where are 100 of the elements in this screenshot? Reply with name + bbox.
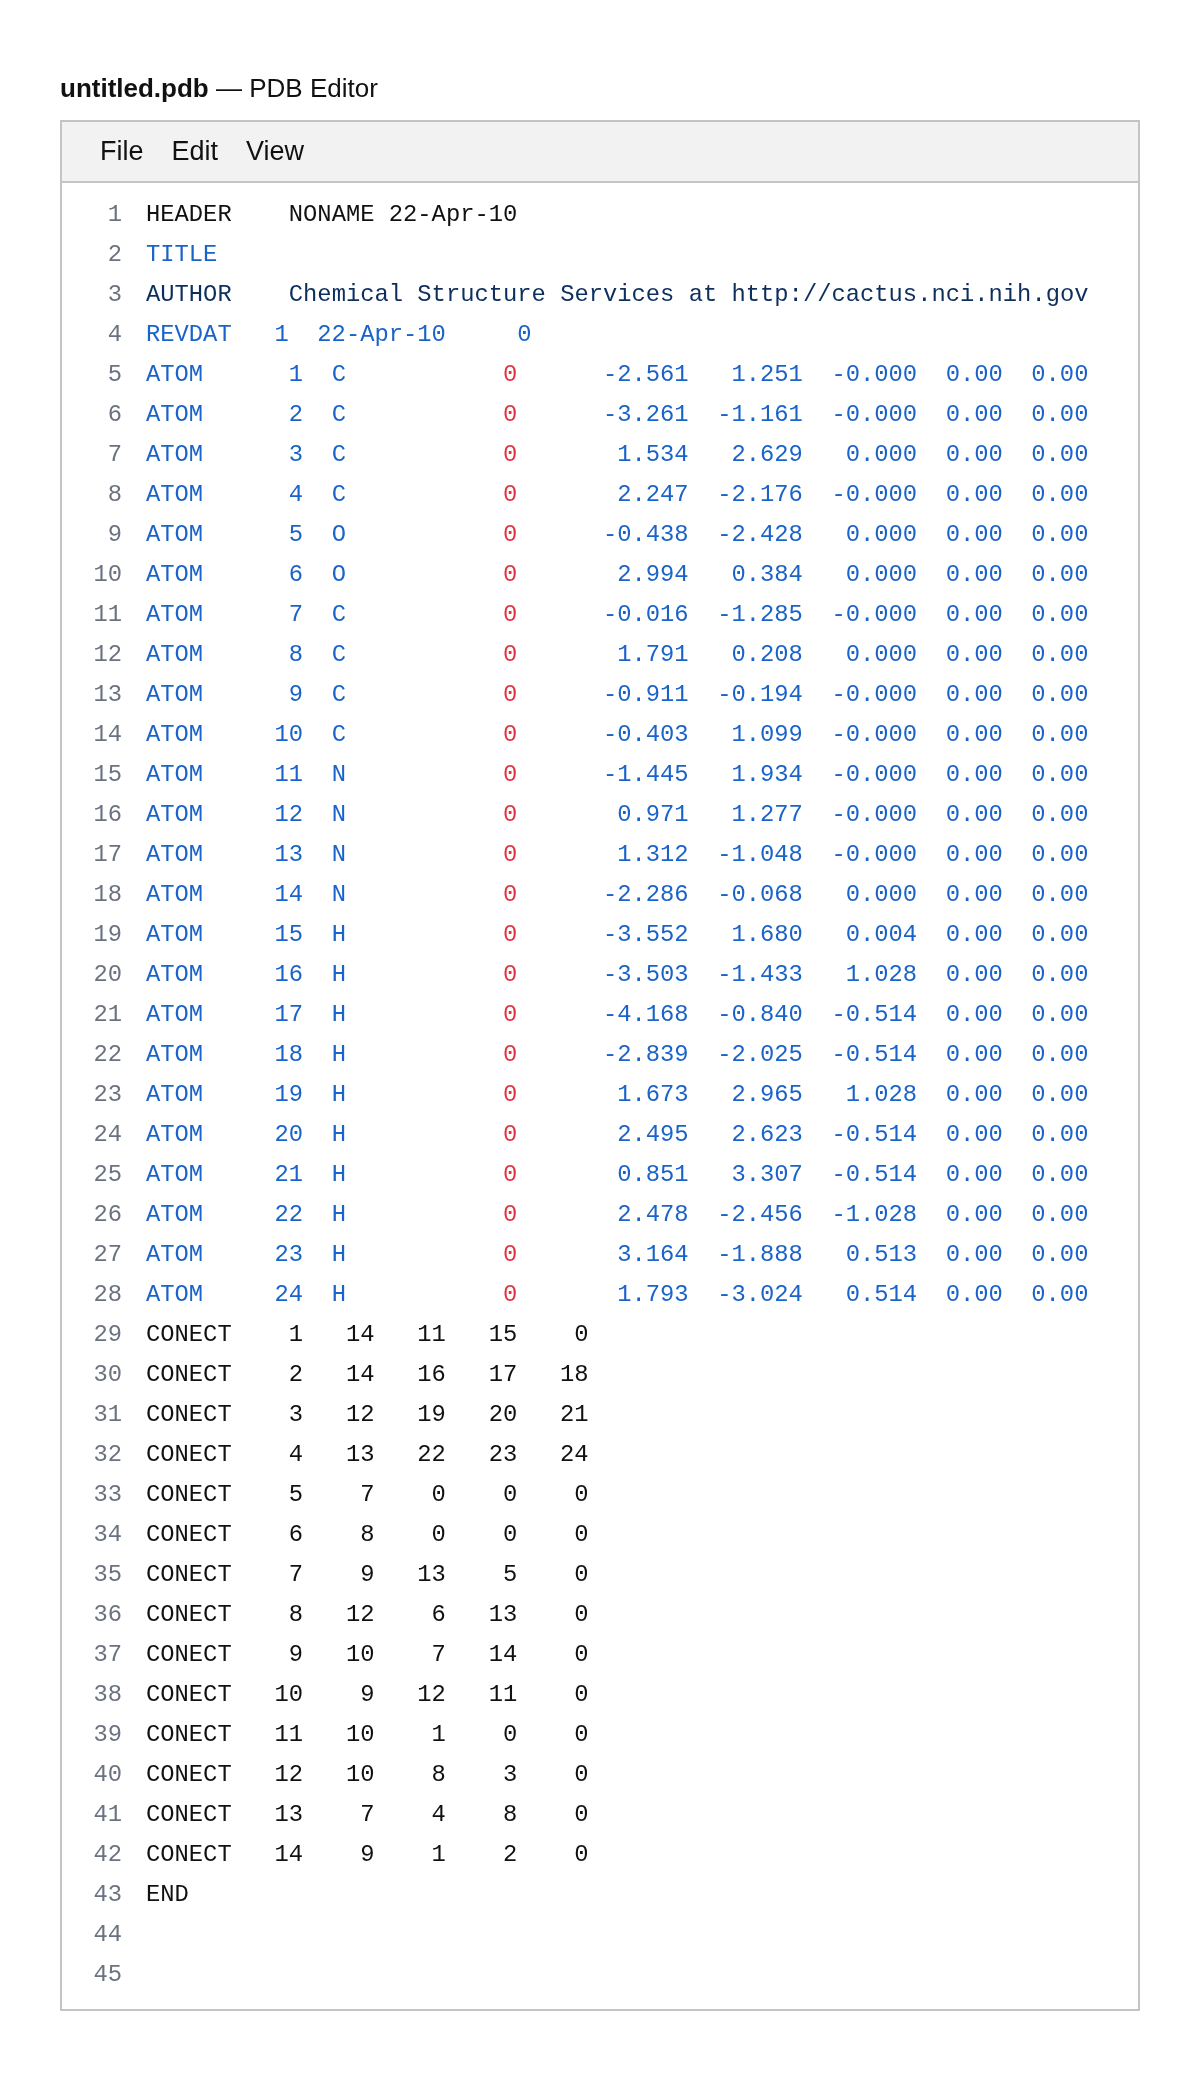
line-number: 5 [106,360,122,391]
line-number: 10 [92,560,122,591]
b-factor-value: 0.00 [1031,840,1089,871]
line-number: 24 [92,1120,122,1151]
bond-value: 0 [574,1600,589,1631]
line-number: 19 [92,920,122,951]
occupancy-value: 0.00 [945,520,1003,551]
coordinate-value: 0.971 [617,800,689,831]
b-factor-value: 0.00 [1031,1000,1089,1031]
atom-charge: 0 [503,1200,518,1231]
bond-value: 9 [288,1640,304,1671]
coordinate-value: -2.176 [717,480,803,511]
occupancy-value: 0.00 [945,840,1003,871]
coordinate-value: -2.456 [717,1200,803,1231]
bond-value: 9 [360,1680,375,1711]
coordinate-value: -0.438 [602,520,689,551]
coordinate-value: -0.000 [831,480,918,511]
b-factor-value: 0.00 [1031,880,1089,911]
occupancy-value: 0.00 [945,360,1003,391]
line-number: 29 [92,1320,122,1351]
line-number: 15 [92,760,122,791]
atom-charge: 0 [503,360,518,391]
atom-element: C [331,440,346,471]
line-number: 35 [92,1560,122,1591]
bond-value: 20 [488,1400,518,1431]
atom-element: C [331,400,346,431]
atom-serial: 23 [274,1240,304,1271]
atom-charge: 0 [503,760,518,791]
occupancy-value: 0.00 [945,800,1003,831]
coordinate-value: -0.068 [717,880,803,911]
bond-value: 11 [488,1680,518,1711]
line-number: 14 [92,720,122,751]
occupancy-value: 0.00 [945,720,1003,751]
menu-item[interactable]: Edit [169,131,221,172]
atom-serial: 13 [274,840,304,871]
bond-value: 1 [431,1840,446,1871]
atom-charge: 0 [503,720,518,751]
coordinate-value: 0.000 [845,880,918,911]
bond-value: 10 [345,1760,375,1791]
record-type: CONECT [146,1480,232,1511]
bond-value: 14 [488,1640,518,1671]
line-number: 42 [92,1840,122,1871]
atom-serial: 7 [288,600,304,631]
bond-value: 7 [431,1640,446,1671]
record-type: ATOM [146,760,204,791]
atom-charge: 0 [503,400,518,431]
atom-charge: 0 [503,1000,518,1031]
record-type: ATOM [146,480,204,511]
bond-value: 23 [488,1440,518,1471]
bond-value: 2 [502,1840,518,1871]
bond-value: 7 [360,1480,375,1511]
line-number: 13 [92,680,122,711]
atom-serial: 16 [274,960,304,991]
bond-value: 13 [345,1440,375,1471]
occupancy-value: 0.00 [945,1000,1003,1031]
line-number: 30 [92,1360,122,1391]
atom-serial: 14 [274,880,304,911]
coordinate-value: -2.428 [717,520,803,551]
atom-serial: 17 [274,1000,304,1031]
bond-value: 8 [360,1520,375,1551]
coordinate-value: -3.503 [602,960,689,991]
record-type: CONECT [146,1720,232,1751]
record-type: CONECT [146,1320,232,1351]
bond-value: 0 [574,1800,589,1831]
line-number: 26 [92,1200,122,1231]
record-type: ATOM [146,920,204,951]
occupancy-value: 0.00 [945,1200,1003,1231]
occupancy-value: 0.00 [945,1160,1003,1191]
atom-charge: 0 [503,960,518,991]
atom-serial: 20 [274,1120,304,1151]
menu-item[interactable]: View [244,131,307,172]
coordinate-value: -0.016 [602,600,689,631]
atom-serial: 12 [274,800,304,831]
atom-serial: 1 [288,360,304,391]
atom-charge: 0 [503,440,518,471]
bond-value: 0 [502,1520,518,1551]
record-type: ATOM [146,1120,204,1151]
coordinate-value: 1.934 [731,760,803,791]
atom-element: C [331,720,346,751]
menu-item[interactable]: File [98,131,146,172]
atom-element: H [331,1080,346,1111]
coordinate-value: -4.168 [602,1000,689,1031]
b-factor-value: 0.00 [1031,680,1089,711]
coordinate-value: -0.000 [831,840,918,871]
coordinate-value: 1.277 [731,800,803,831]
coordinate-value: -3.261 [602,400,689,431]
record-value: 22-Apr-10 [317,320,446,351]
record-type: TITLE [146,240,218,271]
occupancy-value: 0.00 [945,920,1003,951]
atom-serial: 8 [288,640,304,671]
record-value: 1 [274,320,289,351]
bond-value: 12 [417,1680,446,1711]
coordinate-value: 1.673 [617,1080,689,1111]
coordinate-value: 0.004 [845,920,918,951]
atom-element: H [331,1280,346,1311]
coordinate-value: -0.000 [831,400,918,431]
record-type: HEADER [146,200,232,231]
coordinate-value: -1.285 [717,600,803,631]
atom-serial: 15 [274,920,304,951]
atom-charge: 0 [503,1280,518,1311]
